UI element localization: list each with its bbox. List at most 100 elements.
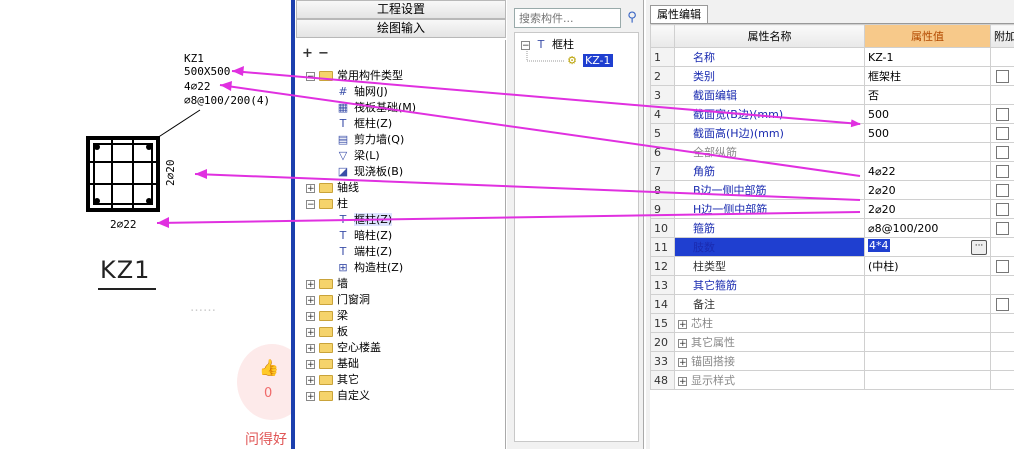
- table-row[interactable]: 33+锚固搭接: [651, 352, 1014, 371]
- additional-checkbox[interactable]: [996, 184, 1009, 197]
- expand-icon[interactable]: +: [678, 358, 687, 367]
- additional-checkbox[interactable]: [996, 108, 1009, 121]
- collapse-icon[interactable]: −: [306, 200, 315, 209]
- expand-icon[interactable]: +: [306, 344, 315, 353]
- table-row[interactable]: 48+显示样式: [651, 371, 1014, 390]
- table-row[interactable]: 12柱类型(中柱): [651, 257, 1014, 276]
- table-row[interactable]: 10箍筋⌀8@100/200: [651, 219, 1014, 238]
- tree-item[interactable]: T框柱(Z): [336, 212, 392, 228]
- table-row[interactable]: 14备注: [651, 295, 1014, 314]
- expand-icon[interactable]: +: [678, 377, 687, 386]
- property-value-cell[interactable]: [865, 352, 991, 371]
- property-value-cell[interactable]: 框架柱: [865, 67, 991, 86]
- expand-icon[interactable]: +: [306, 376, 315, 385]
- expand-icon[interactable]: +: [306, 360, 315, 369]
- expand-icon[interactable]: +: [678, 339, 687, 348]
- property-value-cell[interactable]: [865, 295, 991, 314]
- add-icon[interactable]: +: [302, 46, 313, 61]
- table-row[interactable]: 13其它箍筋: [651, 276, 1014, 295]
- expand-icon[interactable]: +: [306, 296, 315, 305]
- property-value-cell[interactable]: 500: [865, 105, 991, 124]
- table-row[interactable]: 9H边一侧中部筋2⌀20: [651, 200, 1014, 219]
- tree-item[interactable]: +其它: [306, 372, 359, 388]
- property-value-cell[interactable]: (中柱): [865, 257, 991, 276]
- additional-checkbox[interactable]: [996, 298, 1009, 311]
- tree-item[interactable]: +板: [306, 324, 348, 340]
- property-name: 芯柱: [691, 317, 713, 330]
- additional-checkbox[interactable]: [996, 127, 1009, 140]
- tree-item[interactable]: +门窗洞: [306, 292, 370, 308]
- table-row[interactable]: 11肢数···4*4: [651, 238, 1014, 257]
- collapse-icon[interactable]: −: [306, 72, 315, 81]
- tree-item[interactable]: T端柱(Z): [336, 244, 392, 260]
- row-index: 12: [651, 257, 675, 276]
- table-row[interactable]: 4截面宽(B边)(mm)500: [651, 105, 1014, 124]
- tree-item[interactable]: ▦筏板基础(M): [336, 100, 416, 116]
- tree-item[interactable]: ▽梁(L): [336, 148, 380, 164]
- tree-item[interactable]: −常用构件类型: [306, 68, 403, 84]
- tree-item[interactable]: +轴线: [306, 180, 359, 196]
- additional-checkbox[interactable]: [996, 203, 1009, 216]
- property-value: 500: [868, 127, 889, 140]
- expand-icon[interactable]: +: [678, 320, 687, 329]
- property-value-cell[interactable]: 否: [865, 86, 991, 105]
- property-value-cell[interactable]: 4⌀22: [865, 162, 991, 181]
- property-value-cell[interactable]: 500: [865, 124, 991, 143]
- additional-checkbox[interactable]: [996, 146, 1009, 159]
- expand-icon[interactable]: +: [306, 184, 315, 193]
- tree-item[interactable]: ⊞构造柱(Z): [336, 260, 403, 276]
- property-value-cell[interactable]: 2⌀20: [865, 200, 991, 219]
- table-row[interactable]: 1名称KZ-1: [651, 48, 1014, 67]
- additional-checkbox[interactable]: [996, 260, 1009, 273]
- expand-icon[interactable]: +: [306, 328, 315, 337]
- tree-item[interactable]: +空心楼盖: [306, 340, 381, 356]
- tree-item[interactable]: ▤剪力墙(Q): [336, 132, 404, 148]
- beam-icon: ▽: [336, 149, 350, 163]
- table-row[interactable]: 5截面高(H边)(mm)500: [651, 124, 1014, 143]
- property-table-container: 属性名称 属性值 附加 1名称KZ-12类别框架柱3截面编辑否4截面宽(B边)(…: [650, 23, 1014, 450]
- list-item-kz1[interactable]: ⚙KZ-1: [565, 53, 613, 69]
- expand-icon[interactable]: +: [306, 312, 315, 321]
- remove-icon[interactable]: −: [318, 46, 329, 61]
- additional-checkbox[interactable]: [996, 222, 1009, 235]
- tree-item[interactable]: #轴网(J): [336, 84, 388, 100]
- property-value-cell[interactable]: [865, 314, 991, 333]
- search-input[interactable]: [514, 8, 621, 28]
- expand-icon[interactable]: +: [306, 392, 315, 401]
- property-value-cell[interactable]: [865, 371, 991, 390]
- additional-checkbox[interactable]: [996, 70, 1009, 83]
- property-value-cell[interactable]: ⌀8@100/200: [865, 219, 991, 238]
- tree-item[interactable]: T框柱(Z): [336, 116, 392, 132]
- tree-item[interactable]: T暗柱(Z): [336, 228, 392, 244]
- table-row[interactable]: 20+其它属性: [651, 333, 1014, 352]
- ellipsis-button[interactable]: ···: [971, 240, 987, 255]
- search-icon[interactable]: ⚲: [622, 8, 642, 28]
- tree-item[interactable]: ◪现浇板(B): [336, 164, 403, 180]
- tab-property-edit[interactable]: 属性编辑: [650, 5, 708, 23]
- table-row[interactable]: 6全部纵筋: [651, 143, 1014, 162]
- additional-checkbox[interactable]: [996, 165, 1009, 178]
- table-row[interactable]: 15+芯柱: [651, 314, 1014, 333]
- table-row[interactable]: 2类别框架柱: [651, 67, 1014, 86]
- row-index: 7: [651, 162, 675, 181]
- drawing-input-button[interactable]: 绘图输入: [296, 19, 506, 38]
- property-name: H边一侧中部筋: [693, 203, 767, 216]
- tree-item[interactable]: +墙: [306, 276, 348, 292]
- property-value-cell[interactable]: KZ-1: [865, 48, 991, 67]
- property-value-cell[interactable]: [865, 333, 991, 352]
- table-row[interactable]: 8B边一侧中部筋2⌀20: [651, 181, 1014, 200]
- table-row[interactable]: 3截面编辑否: [651, 86, 1014, 105]
- table-row[interactable]: 7角筋4⌀22: [651, 162, 1014, 181]
- property-value-cell[interactable]: ···4*4: [865, 238, 991, 257]
- tree-item[interactable]: −柱: [306, 196, 348, 212]
- property-value-cell[interactable]: [865, 276, 991, 295]
- property-value-cell[interactable]: [865, 143, 991, 162]
- property-value-cell[interactable]: 2⌀20: [865, 181, 991, 200]
- expand-icon[interactable]: +: [306, 280, 315, 289]
- tree-item[interactable]: +自定义: [306, 388, 370, 404]
- tree-item[interactable]: +基础: [306, 356, 359, 372]
- property-name: 截面编辑: [693, 89, 737, 102]
- project-settings-button[interactable]: 工程设置: [296, 0, 506, 19]
- tree-item[interactable]: +梁: [306, 308, 348, 324]
- property-name-cell: 截面编辑: [675, 86, 865, 105]
